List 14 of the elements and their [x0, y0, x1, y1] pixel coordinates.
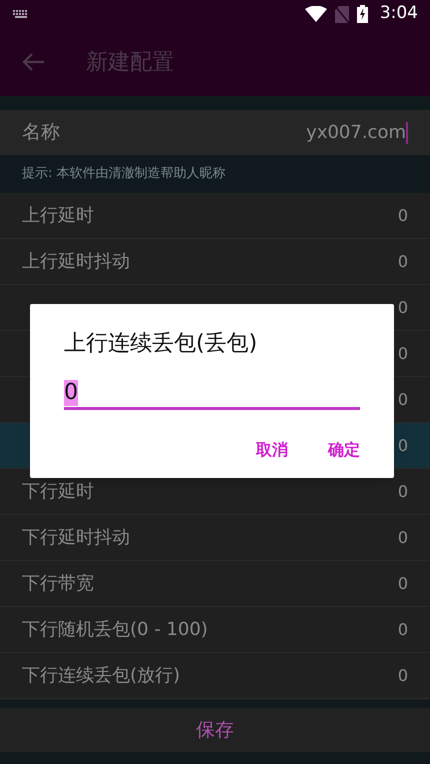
keyboard-icon — [12, 9, 30, 19]
screen-title: 新建配置 — [86, 48, 174, 76]
cancel-button[interactable]: 取消 — [256, 438, 288, 462]
dialog-title: 上行连续丢包(丢包) — [64, 330, 258, 358]
no-sim-icon — [334, 6, 349, 22]
number-input[interactable]: 0 — [64, 380, 360, 410]
wifi-icon — [304, 6, 327, 22]
back-arrow-icon[interactable] — [22, 53, 44, 71]
hint-text: 提示: 本软件由清澈制造帮助人昵称 — [22, 165, 226, 184]
name-input[interactable]: yx007.com — [306, 110, 408, 155]
field-label: 名称 — [22, 120, 60, 146]
battery-charging-icon — [356, 5, 368, 23]
confirm-button[interactable]: 确定 — [328, 438, 360, 462]
clock-text: 3:04 — [380, 2, 418, 26]
